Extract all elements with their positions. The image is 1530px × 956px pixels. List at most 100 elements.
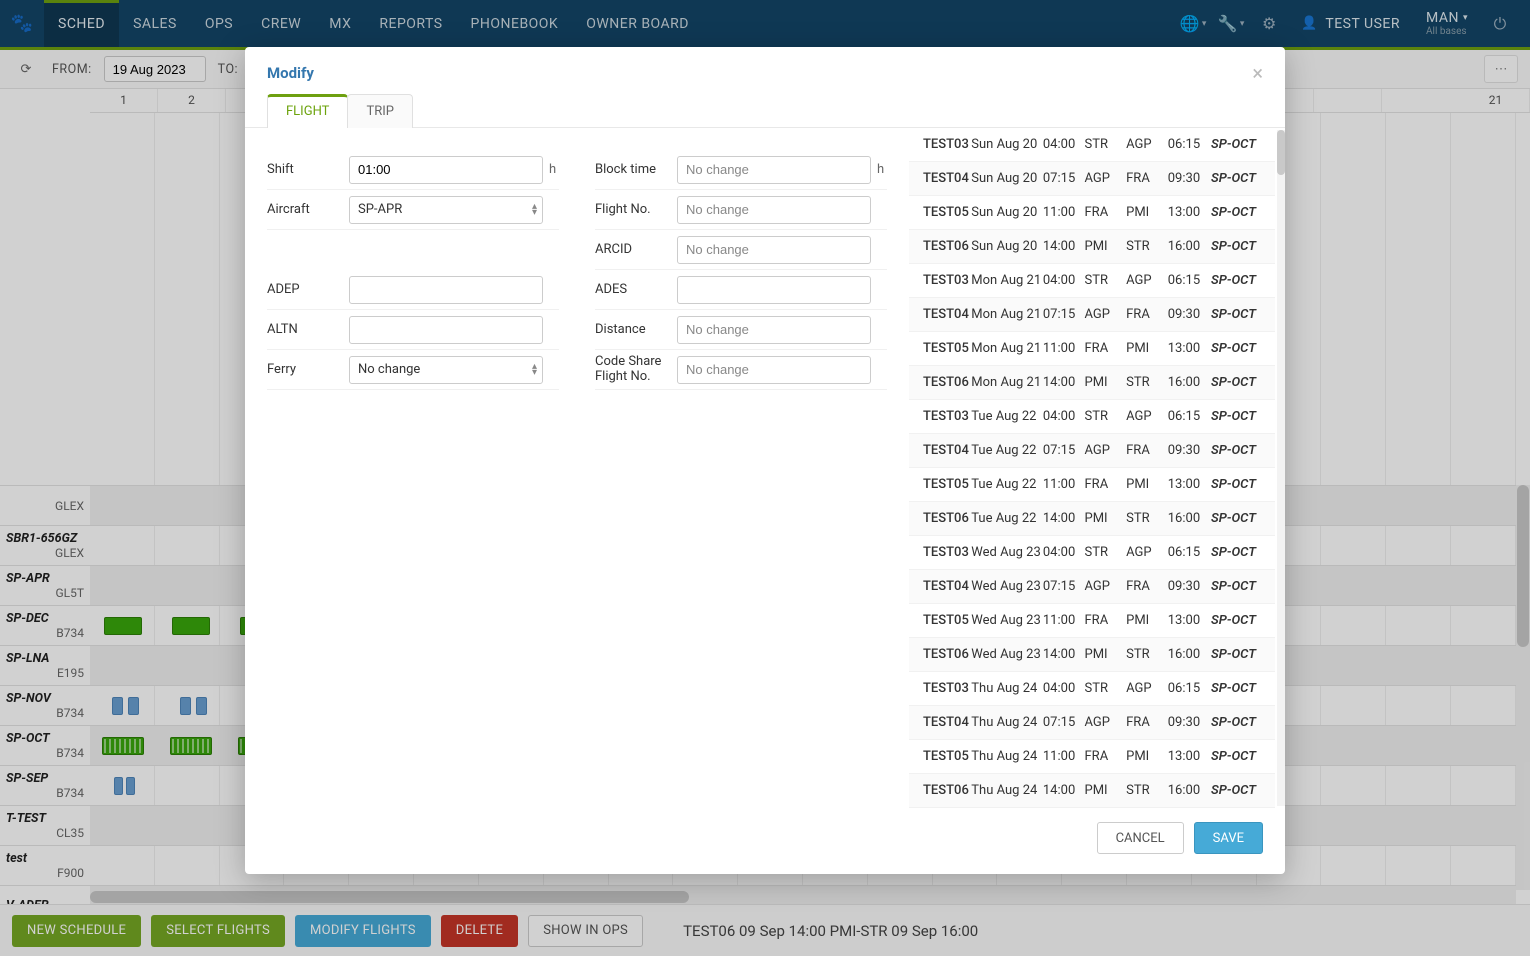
flight-no: TEST05 bbox=[923, 477, 971, 492]
block-time-label: Block time bbox=[595, 162, 677, 177]
flight-list-row[interactable]: TEST05 Tue Aug 22 11:00 FRA PMI 13:00 SP… bbox=[909, 468, 1275, 502]
flight-no: TEST06 bbox=[923, 511, 971, 526]
flight-aircraft: SP-OCT bbox=[1211, 273, 1261, 288]
flight-date: Tue Aug 22 bbox=[971, 511, 1043, 526]
flight-list-row[interactable]: TEST05 Sun Aug 20 11:00 FRA PMI 13:00 SP… bbox=[909, 196, 1275, 230]
flight-arr-time: 13:00 bbox=[1168, 613, 1211, 628]
shift-input[interactable] bbox=[349, 156, 543, 184]
flight-arr-airport: PMI bbox=[1126, 613, 1168, 628]
tab-flight[interactable]: FLIGHT bbox=[267, 94, 348, 128]
flight-aircraft: SP-OCT bbox=[1211, 545, 1261, 560]
flight-arr-time: 13:00 bbox=[1168, 205, 1211, 220]
flight-list-row[interactable]: TEST06 Thu Aug 24 14:00 PMI STR 16:00 SP… bbox=[909, 774, 1275, 808]
flight-list-row[interactable]: TEST03 Sun Aug 20 04:00 STR AGP 06:15 SP… bbox=[909, 128, 1275, 162]
flight-dep-time: 14:00 bbox=[1043, 375, 1085, 390]
flight-no: TEST03 bbox=[923, 681, 971, 696]
arcid-input[interactable] bbox=[677, 236, 871, 264]
flight-dep-time: 14:00 bbox=[1043, 783, 1085, 798]
flight-dep-airport: FRA bbox=[1085, 613, 1127, 628]
ades-input[interactable] bbox=[677, 276, 871, 304]
flight-arr-time: 13:00 bbox=[1168, 477, 1211, 492]
flight-arr-airport: PMI bbox=[1126, 749, 1168, 764]
flight-list-row[interactable]: TEST03 Wed Aug 23 04:00 STR AGP 06:15 SP… bbox=[909, 536, 1275, 570]
flight-list-row[interactable]: TEST04 Thu Aug 24 07:15 AGP FRA 09:30 SP… bbox=[909, 706, 1275, 740]
flight-list-row[interactable]: TEST06 Wed Aug 23 14:00 PMI STR 16:00 SP… bbox=[909, 638, 1275, 672]
aircraft-label: Aircraft bbox=[267, 202, 349, 217]
flight-dep-airport: AGP bbox=[1085, 715, 1127, 730]
close-icon[interactable]: × bbox=[1252, 63, 1263, 83]
cancel-button[interactable]: CANCEL bbox=[1097, 822, 1184, 854]
flight-arr-airport: PMI bbox=[1126, 341, 1168, 356]
tab-trip[interactable]: TRIP bbox=[347, 94, 413, 128]
flight-list-row[interactable]: TEST06 Sun Aug 20 14:00 PMI STR 16:00 SP… bbox=[909, 230, 1275, 264]
flight-list-row[interactable]: TEST04 Tue Aug 22 07:15 AGP FRA 09:30 SP… bbox=[909, 434, 1275, 468]
modal-title: Modify bbox=[267, 64, 314, 82]
adep-input[interactable] bbox=[349, 276, 543, 304]
flight-list-row[interactable]: TEST05 Thu Aug 24 11:00 FRA PMI 13:00 SP… bbox=[909, 740, 1275, 774]
flight-date: Wed Aug 23 bbox=[971, 613, 1043, 628]
flight-arr-time: 09:30 bbox=[1168, 307, 1211, 322]
flight-date: Thu Aug 24 bbox=[971, 783, 1043, 798]
flight-list-row[interactable]: TEST03 Mon Aug 21 04:00 STR AGP 06:15 SP… bbox=[909, 264, 1275, 298]
flight-list-row[interactable]: TEST04 Sun Aug 20 07:15 AGP FRA 09:30 SP… bbox=[909, 162, 1275, 196]
flight-aircraft: SP-OCT bbox=[1211, 715, 1261, 730]
flight-dep-airport: FRA bbox=[1085, 205, 1127, 220]
flight-arr-time: 13:00 bbox=[1168, 341, 1211, 356]
flight-no: TEST06 bbox=[923, 375, 971, 390]
flight-no: TEST05 bbox=[923, 341, 971, 356]
flight-list-row[interactable]: TEST06 Tue Aug 22 14:00 PMI STR 16:00 SP… bbox=[909, 502, 1275, 536]
flight-date: Mon Aug 21 bbox=[971, 375, 1043, 390]
flight-date: Mon Aug 21 bbox=[971, 307, 1043, 322]
adep-label: ADEP bbox=[267, 282, 349, 297]
flight-dep-time: 07:15 bbox=[1043, 307, 1085, 322]
flight-list-row[interactable]: TEST04 Wed Aug 23 07:15 AGP FRA 09:30 SP… bbox=[909, 570, 1275, 604]
block-time-unit: h bbox=[877, 162, 887, 177]
flight-list-row[interactable]: TEST03 Tue Aug 22 04:00 STR AGP 06:15 SP… bbox=[909, 400, 1275, 434]
flight-no: TEST04 bbox=[923, 171, 971, 186]
flight-dep-time: 11:00 bbox=[1043, 613, 1085, 628]
flight-arr-time: 13:00 bbox=[1168, 749, 1211, 764]
flight-no: TEST06 bbox=[923, 239, 971, 254]
flight-date: Tue Aug 22 bbox=[971, 477, 1043, 492]
flight-dep-airport: STR bbox=[1085, 273, 1127, 288]
flight-list-row[interactable]: TEST05 Wed Aug 23 11:00 FRA PMI 13:00 SP… bbox=[909, 604, 1275, 638]
flight-date: Sun Aug 20 bbox=[971, 137, 1043, 152]
flight-arr-time: 06:15 bbox=[1168, 273, 1211, 288]
block-time-input[interactable] bbox=[677, 156, 871, 184]
flight-no: TEST06 bbox=[923, 647, 971, 662]
flight-dep-time: 14:00 bbox=[1043, 647, 1085, 662]
flight-dep-time: 04:00 bbox=[1043, 137, 1085, 152]
arcid-label: ARCID bbox=[595, 242, 677, 257]
flight-dep-airport: FRA bbox=[1085, 749, 1127, 764]
flight-dep-time: 14:00 bbox=[1043, 511, 1085, 526]
flight-no-input[interactable] bbox=[677, 196, 871, 224]
flight-list-row[interactable]: TEST06 Mon Aug 21 14:00 PMI STR 16:00 SP… bbox=[909, 366, 1275, 400]
flight-arr-time: 06:15 bbox=[1168, 137, 1211, 152]
flight-arr-time: 06:15 bbox=[1168, 681, 1211, 696]
flight-list-row[interactable]: TEST04 Mon Aug 21 07:15 AGP FRA 09:30 SP… bbox=[909, 298, 1275, 332]
flight-no: TEST03 bbox=[923, 137, 971, 152]
flight-no: TEST04 bbox=[923, 307, 971, 322]
flight-arr-time: 16:00 bbox=[1168, 511, 1211, 526]
aircraft-select[interactable]: SP-APR ▴▾ bbox=[349, 196, 543, 224]
flight-arr-airport: AGP bbox=[1126, 545, 1168, 560]
altn-input[interactable] bbox=[349, 316, 543, 344]
flight-arr-time: 09:30 bbox=[1168, 171, 1211, 186]
ferry-select[interactable]: No change ▴▾ bbox=[349, 356, 543, 384]
distance-input[interactable] bbox=[677, 316, 871, 344]
list-scrollbar[interactable] bbox=[1277, 130, 1285, 806]
codeshare-input[interactable] bbox=[677, 356, 871, 384]
flight-arr-airport: STR bbox=[1126, 511, 1168, 526]
flight-dep-airport: AGP bbox=[1085, 171, 1127, 186]
flight-arr-airport: STR bbox=[1126, 239, 1168, 254]
flight-date: Thu Aug 24 bbox=[971, 749, 1043, 764]
flight-date: Sun Aug 20 bbox=[971, 239, 1043, 254]
flight-dep-airport: FRA bbox=[1085, 477, 1127, 492]
flight-aircraft: SP-OCT bbox=[1211, 341, 1261, 356]
flight-list-row[interactable]: TEST05 Mon Aug 21 11:00 FRA PMI 13:00 SP… bbox=[909, 332, 1275, 366]
save-button[interactable]: SAVE bbox=[1194, 822, 1263, 854]
flight-dep-airport: PMI bbox=[1085, 511, 1127, 526]
flight-aircraft: SP-OCT bbox=[1211, 171, 1261, 186]
flight-list-row[interactable]: TEST03 Thu Aug 24 04:00 STR AGP 06:15 SP… bbox=[909, 672, 1275, 706]
flight-date: Mon Aug 21 bbox=[971, 341, 1043, 356]
